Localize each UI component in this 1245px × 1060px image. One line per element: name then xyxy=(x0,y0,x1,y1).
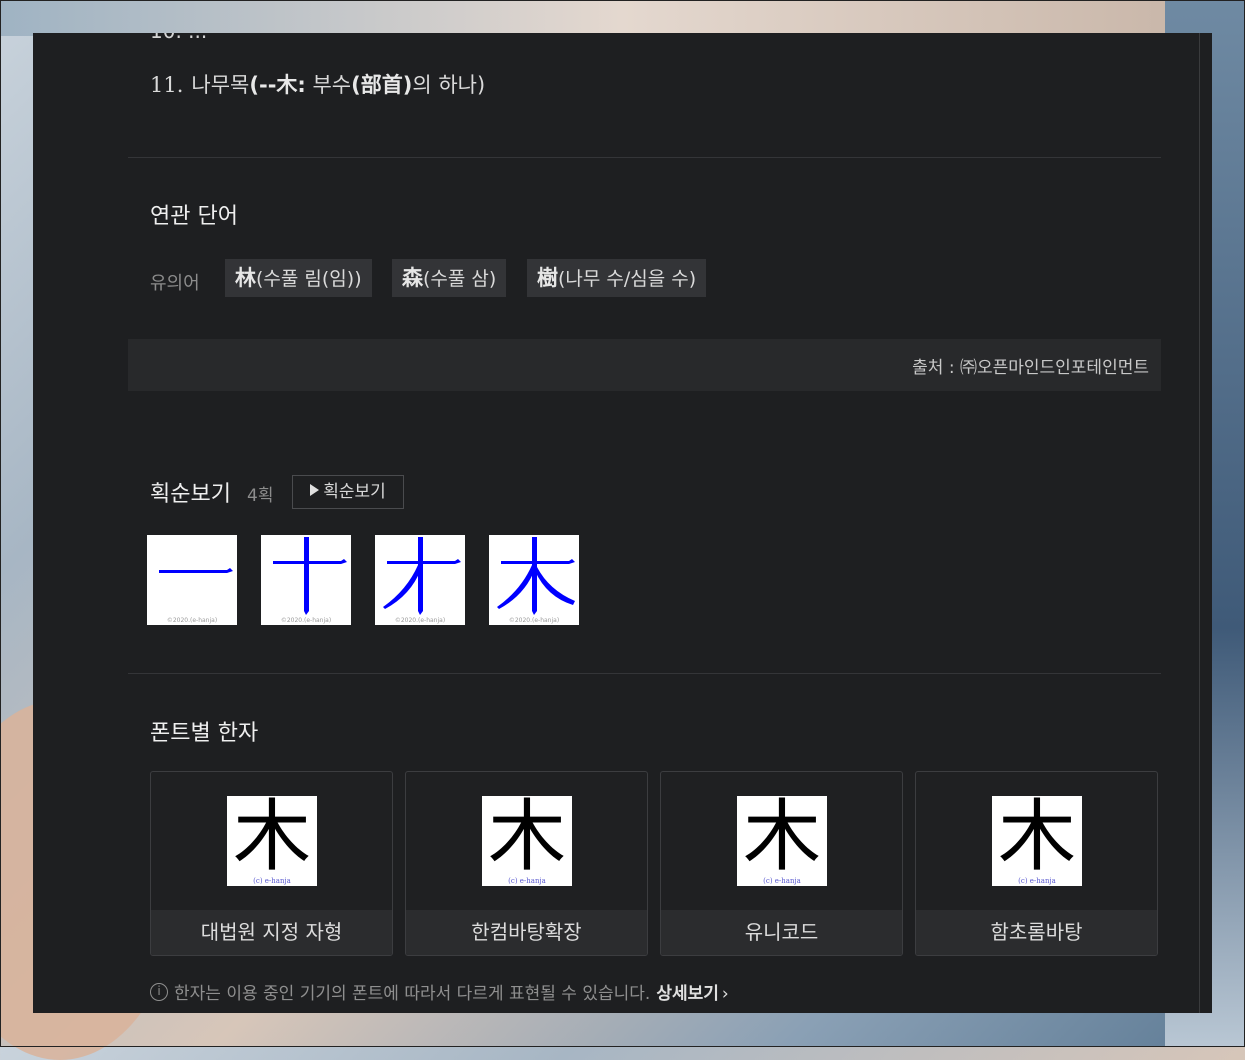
stroke-2-glyph xyxy=(273,537,347,615)
font-card-hancom: 木 (c) e-hanja 한컴바탕확장 xyxy=(405,771,648,956)
details-link[interactable]: 상세보기 xyxy=(656,984,719,1004)
font-glyph-image: 木 (c) e-hanja xyxy=(737,792,827,886)
hanja-detail-panel: 10. ... 11. 나무목(--木: 부수(部首)의 하나) 연관 단어 유의… xyxy=(33,33,1212,1013)
chip-reading: (나무 수/심을 수) xyxy=(558,268,697,290)
note-text: 한자는 이용 중인 기기의 폰트에 따라서 다르게 표현될 수 있습니다. xyxy=(174,984,651,1004)
synonym-chip-sam[interactable]: 森(수풀 삼) xyxy=(392,259,507,297)
stroke-1-glyph xyxy=(159,568,233,573)
meaning-text-bold2: (部首) xyxy=(351,73,413,97)
meaning-text-pre: 나무목 xyxy=(191,73,250,97)
chip-reading: (수풀 림(임)) xyxy=(256,268,362,290)
font-note: i 한자는 이용 중인 기기의 폰트에 따라서 다르게 표현될 수 있습니다. 상세… xyxy=(150,979,729,1004)
stroke-frame-2: ©2020.(e-hanja) xyxy=(261,535,351,625)
related-words-title: 연관 단어 xyxy=(150,204,238,229)
font-glyph-image: 木 (c) e-hanja xyxy=(227,792,317,886)
stroke-frame-4: ©2020.(e-hanja) xyxy=(489,535,579,625)
font-card-unicode: 木 (c) e-hanja 유니코드 xyxy=(660,771,903,956)
meaning-text-mid: 부수 xyxy=(305,73,352,97)
info-icon: i xyxy=(150,983,168,1001)
font-card-court: 木 (c) e-hanja 대법원 지정 자형 xyxy=(150,771,393,956)
synonym-chip-su[interactable]: 樹(나무 수/심을 수) xyxy=(527,259,707,297)
divider xyxy=(128,673,1161,674)
font-card-hamchorom: 木 (c) e-hanja 함초롬바탕 xyxy=(915,771,1158,956)
chip-reading: (수풀 삼) xyxy=(423,268,497,290)
synonym-label: 유의어 xyxy=(150,273,200,294)
stroke-3-glyph xyxy=(383,537,461,615)
stroke-frame-1: ©2020.(e-hanja) xyxy=(147,535,237,625)
source-bar: 출처 : ㈜오픈마인드인포테인먼트 xyxy=(128,339,1161,391)
chevron-right-icon: › xyxy=(721,984,729,1004)
play-label: 획순보기 xyxy=(323,482,386,502)
stroke-count: 4획 xyxy=(247,486,274,506)
font-watermark: (c) e-hanja xyxy=(253,877,291,885)
font-caption: 함초롬바탕 xyxy=(916,910,1157,955)
meaning-number: 11. xyxy=(150,73,184,97)
chip-hanja: 林 xyxy=(235,266,256,290)
font-glyph: 木 xyxy=(997,792,1076,882)
stroke-watermark: ©2020.(e-hanja) xyxy=(394,617,446,624)
meaning-text-bold1: (--木: xyxy=(249,73,306,97)
stroke-order-title: 획순보기 xyxy=(150,482,231,507)
stroke-watermark: ©2020.(e-hanja) xyxy=(508,617,560,624)
synonym-chip-lim[interactable]: 林(수풀 림(임)) xyxy=(225,259,372,297)
stroke-play-button[interactable]: 획순보기 xyxy=(292,475,404,509)
previous-meaning-cut: 10. ... xyxy=(150,33,207,43)
font-glyph: 木 xyxy=(232,792,311,882)
font-watermark: (c) e-hanja xyxy=(508,877,546,885)
chip-hanja: 森 xyxy=(402,266,423,290)
stroke-frame-3: ©2020.(e-hanja) xyxy=(375,535,465,625)
chip-hanja: 樹 xyxy=(537,266,558,290)
source-text: 출처 : ㈜오픈마인드인포테인먼트 xyxy=(912,358,1149,378)
font-caption: 한컴바탕확장 xyxy=(406,910,647,955)
stroke-4-glyph xyxy=(497,537,575,615)
font-watermark: (c) e-hanja xyxy=(763,877,801,885)
stroke-watermark: ©2020.(e-hanja) xyxy=(166,617,218,624)
meaning-item-11: 11. 나무목(--木: 부수(部首)의 하나) xyxy=(150,69,485,99)
scrollbar-track[interactable] xyxy=(1199,33,1200,1013)
divider xyxy=(128,157,1161,158)
font-glyph: 木 xyxy=(487,792,566,882)
meaning-text-post: 의 하나) xyxy=(412,73,486,97)
font-hanja-title: 폰트별 한자 xyxy=(150,721,259,746)
font-glyph-image: 木 (c) e-hanja xyxy=(482,792,572,886)
font-glyph-image: 木 (c) e-hanja xyxy=(992,792,1082,886)
stroke-watermark: ©2020.(e-hanja) xyxy=(280,617,332,624)
font-caption: 대법원 지정 자형 xyxy=(151,910,392,955)
font-caption: 유니코드 xyxy=(661,910,902,955)
play-icon xyxy=(310,484,320,496)
background-top xyxy=(0,0,1245,36)
font-watermark: (c) e-hanja xyxy=(1018,877,1056,885)
font-glyph: 木 xyxy=(742,792,821,882)
